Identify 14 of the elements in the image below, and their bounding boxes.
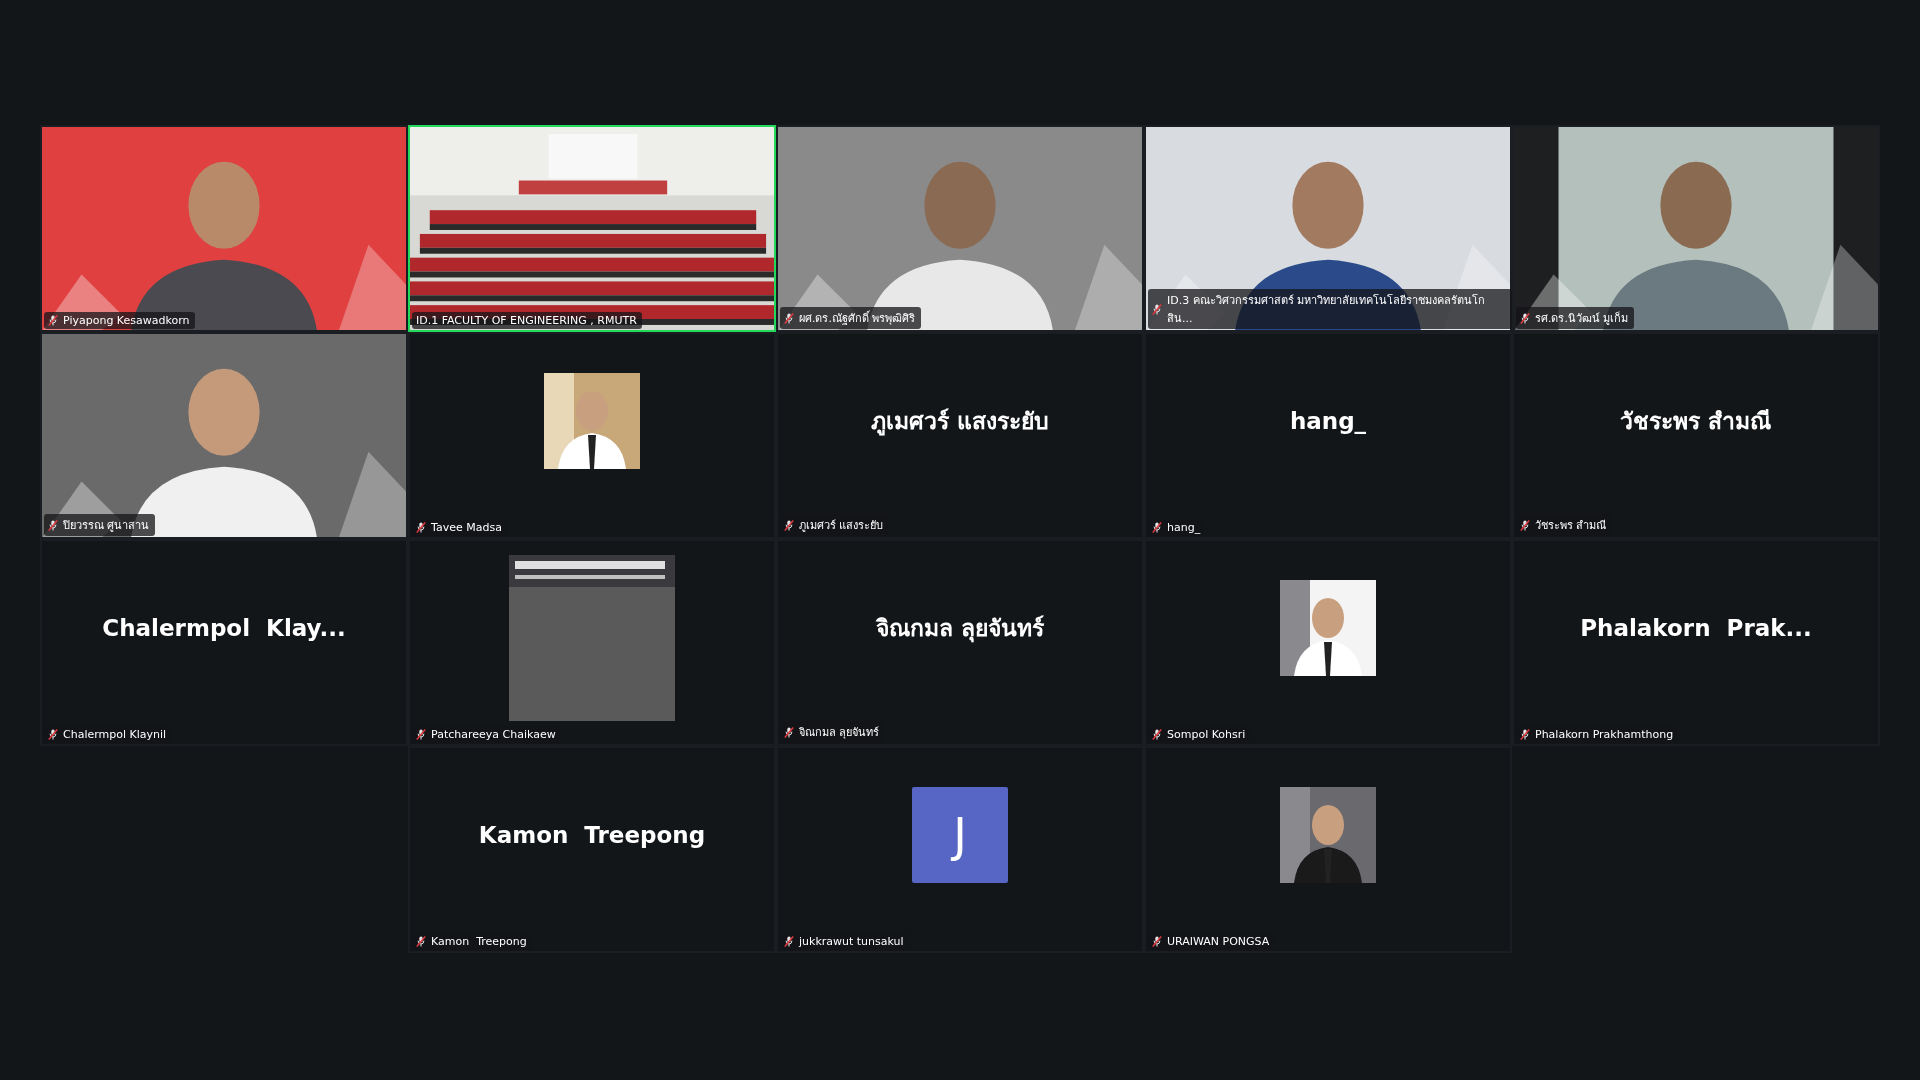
name-label: ID.3 คณะวิศวกรรมศาสตร์ มหาวิทยาลัยเทคโนโลยีราชมงคลรัตนโกสิน... [1148, 289, 1512, 329]
participant-name: Phalakorn Prak... [1580, 614, 1812, 641]
name-label: รศ.ดร.นิวัฒน์ มูเก็ม [1516, 307, 1634, 329]
name-label: Piyapong Kesawadkorn [44, 312, 195, 329]
avatar-initial: J [912, 786, 1008, 883]
participant-name: ภูเมศวร์ แสงระยับ [871, 406, 1049, 438]
participant-name: จิณกมล ลุยจันทร์ [876, 613, 1044, 645]
participant-name: Chalermpol Klay... [102, 614, 346, 641]
name-label: ปิยวรรณ ศูนาสาน [44, 514, 155, 536]
participant-name: hang_ [1289, 407, 1367, 434]
name-label: ผศ.ดร.ณัฐศักดิ์ พรพุฒิศิริ [780, 307, 921, 329]
name-label: ID.1 FACULTY OF ENGINEERING , RMUTR [412, 312, 642, 329]
participant-name: วัชระพร สำมณี [1620, 406, 1772, 436]
participant-name: Kamon Treepong [478, 821, 706, 848]
